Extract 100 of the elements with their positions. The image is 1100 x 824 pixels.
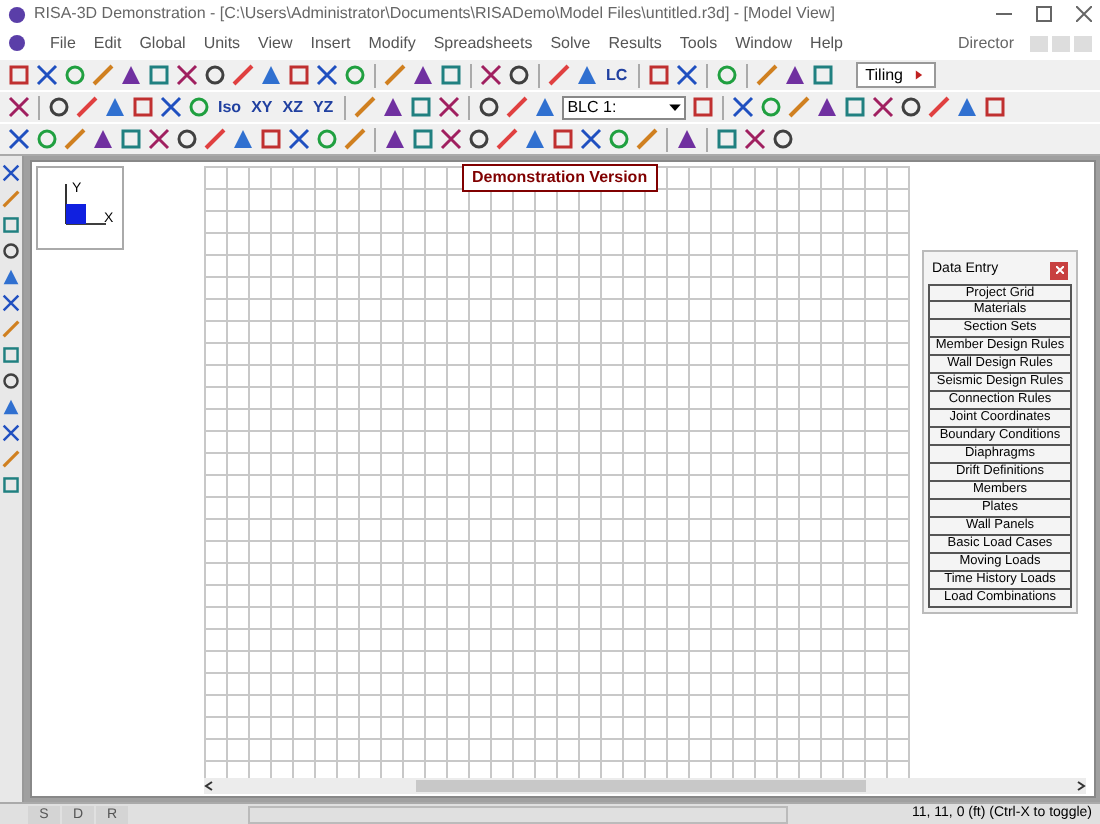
cross-icon[interactable] [744,128,766,150]
circle-icon[interactable] [2,372,20,390]
line-tool-icon[interactable] [496,128,518,150]
line-tool-icon[interactable] [505,96,528,118]
menu-item[interactable]: Results [608,31,662,55]
line-tool-icon[interactable] [2,450,20,468]
menu-item[interactable]: File [50,31,76,55]
circle-icon[interactable] [468,128,490,150]
square-icon[interactable] [2,346,20,364]
view-tool[interactable]: Iso [216,95,244,119]
square-icon[interactable] [288,64,310,86]
menu-item[interactable]: Window [735,31,793,55]
cross-icon[interactable] [437,96,460,118]
square-icon[interactable] [412,128,434,150]
circle-icon[interactable] [477,96,500,118]
cross-icon[interactable] [2,164,20,182]
maximize-icon[interactable] [1036,6,1052,22]
menu-item[interactable]: Units [203,31,241,55]
triangle-icon[interactable] [104,96,126,118]
square-icon[interactable] [716,128,738,150]
square-icon[interactable] [8,64,30,86]
square-icon[interactable] [132,96,154,118]
tiling-button[interactable]: Tiling [855,62,935,88]
circle-icon[interactable] [508,64,530,86]
triangle-icon[interactable] [381,96,404,118]
square-icon[interactable] [409,96,432,118]
line-tool-icon[interactable] [636,128,658,150]
circle-icon[interactable] [204,64,226,86]
view-tool[interactable]: XY [249,95,275,119]
cross-icon[interactable] [2,294,20,312]
menu-item[interactable]: Insert [310,31,351,55]
triangle-icon[interactable] [2,398,20,416]
menu-item[interactable]: View [258,31,293,55]
square-icon[interactable] [811,64,834,86]
cross-icon[interactable] [2,424,20,442]
triangle-icon[interactable] [412,64,434,86]
menu-item[interactable]: Spreadsheets [433,31,533,55]
scrollbar-thumb[interactable] [416,780,866,792]
triangle-icon[interactable] [2,268,20,286]
cross-icon[interactable] [288,128,310,150]
square-icon[interactable] [2,216,20,234]
line-tool-icon[interactable] [927,96,950,118]
cross-icon[interactable] [731,96,754,118]
square-icon[interactable] [691,96,714,118]
cross-icon[interactable] [160,96,182,118]
view-tool[interactable]: LC [604,63,630,87]
triangle-icon[interactable] [783,64,806,86]
menu-item[interactable]: Tools [679,31,718,55]
cross-icon[interactable] [675,64,698,86]
cross-icon[interactable] [36,64,58,86]
line-tool-icon[interactable] [232,64,254,86]
square-icon[interactable] [552,128,574,150]
cross-icon[interactable] [8,128,30,150]
cross-icon[interactable] [871,96,894,118]
menu-item[interactable]: Edit [93,31,122,55]
circle-icon[interactable] [48,96,70,118]
square-icon[interactable] [983,96,1006,118]
triangle-icon[interactable] [533,96,556,118]
square-icon[interactable] [148,64,170,86]
menu-item[interactable]: Help [810,31,843,55]
cross-icon[interactable] [176,64,198,86]
menu-item[interactable]: Solve [550,31,591,55]
triangle-icon[interactable] [955,96,978,118]
cross-icon[interactable] [316,64,338,86]
cross-icon[interactable] [480,64,502,86]
triangle-icon[interactable] [576,64,598,86]
load-case-dropdown[interactable]: BLC 1: [561,95,686,119]
line-tool-icon[interactable] [2,320,20,338]
circle-icon[interactable] [772,128,794,150]
circle-icon[interactable] [2,242,20,260]
triangle-icon[interactable] [815,96,838,118]
triangle-icon[interactable] [384,128,406,150]
close-button[interactable] [1050,261,1068,279]
square-icon[interactable] [647,64,670,86]
close-icon[interactable] [1076,6,1092,22]
line-tool-icon[interactable] [548,64,570,86]
circle-icon[interactable] [899,96,922,118]
line-tool-icon[interactable] [76,96,98,118]
square-icon[interactable] [843,96,866,118]
triangle-icon[interactable] [120,64,142,86]
triangle-icon[interactable] [676,128,698,150]
square-icon[interactable] [260,128,282,150]
triangle-icon[interactable] [524,128,546,150]
scroll-right-icon[interactable] [1074,780,1086,792]
scroll-left-icon[interactable] [204,780,216,792]
cross-icon[interactable] [580,128,602,150]
cross-icon[interactable] [148,128,170,150]
view-tool[interactable]: XZ [280,95,305,119]
square-icon[interactable] [2,476,20,494]
circle-icon[interactable] [176,128,198,150]
line-tool-icon[interactable] [204,128,226,150]
line-tool-icon[interactable] [344,128,366,150]
menu-item[interactable]: Global [139,31,186,55]
menu-item[interactable]: Modify [368,31,416,55]
cross-icon[interactable] [440,128,462,150]
cross-icon[interactable] [8,96,30,118]
triangle-icon[interactable] [92,128,114,150]
view-tool[interactable]: YZ [310,95,336,119]
triangle-icon[interactable] [232,128,254,150]
triangle-icon[interactable] [260,64,282,86]
